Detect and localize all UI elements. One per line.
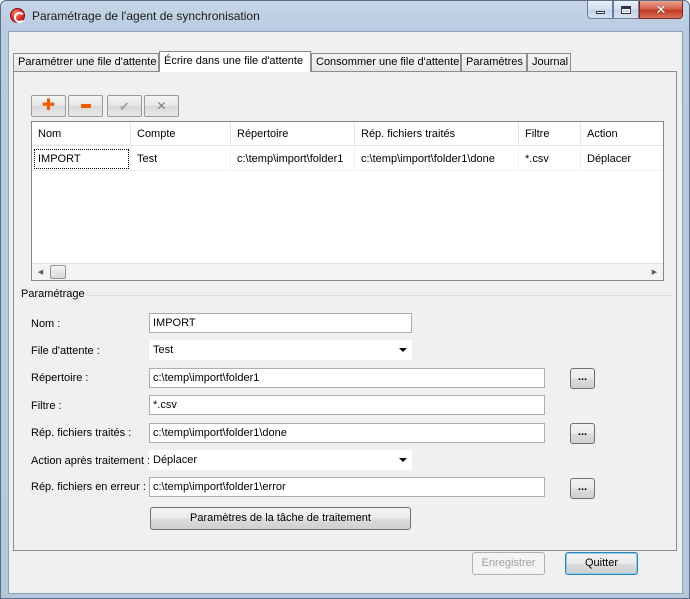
rep-traites-browse-button[interactable]: ...	[570, 423, 595, 444]
minimize-icon	[595, 10, 605, 14]
rep-erreur-input[interactable]: c:\temp\import\folder1\error	[149, 477, 545, 497]
repertoire-browse-button[interactable]: ...	[570, 368, 595, 389]
check-icon: ✔	[119, 98, 130, 114]
scroll-right-icon[interactable]: ▶	[646, 264, 663, 280]
window-controls: ✕	[587, 1, 683, 20]
file-attente-value: Test	[153, 344, 174, 356]
file-attente-select[interactable]: Test	[149, 340, 412, 360]
rep-traites-input[interactable]: c:\temp\import\folder1\done	[149, 423, 545, 443]
filtre-input[interactable]: *.csv	[149, 395, 545, 415]
cell-rep-traites[interactable]: c:\temp\import\folder1\done	[355, 147, 519, 171]
group-divider	[82, 295, 672, 296]
plus-icon: ✚	[41, 97, 56, 114]
cancel-button[interactable]: ✕	[144, 95, 179, 117]
column-header-rep-traites[interactable]: Rép. fichiers traités	[355, 122, 519, 146]
app-window: Paramétrage de l'agent de synchronisatio…	[0, 0, 690, 599]
remove-button[interactable]	[68, 95, 103, 117]
minus-icon	[80, 104, 91, 108]
tab-journal[interactable]: Journal	[527, 53, 571, 71]
file-attente-label: File d'attente :	[31, 345, 100, 357]
cell-action[interactable]: Déplacer	[581, 147, 663, 171]
chevron-down-icon	[399, 458, 407, 462]
nom-label: Nom :	[31, 318, 61, 330]
nom-input[interactable]: IMPORT	[149, 313, 412, 333]
tab-parametres[interactable]: Paramètres	[461, 53, 527, 71]
scroll-thumb[interactable]	[50, 265, 66, 279]
group-label-parametrage: Paramétrage	[19, 288, 87, 300]
save-button[interactable]: Enregistrer	[472, 552, 545, 575]
app-logo-icon	[10, 8, 25, 23]
minimize-button[interactable]	[587, 1, 613, 19]
client-area: Paramétrer une file d'attente Écrire dan…	[8, 31, 683, 594]
queue-table[interactable]: Nom Compte Répertoire Rép. fichiers trai…	[31, 121, 664, 281]
action-select[interactable]: Déplacer	[149, 450, 412, 470]
maximize-icon	[621, 5, 631, 14]
title-bar[interactable]: Paramétrage de l'agent de synchronisatio…	[1, 1, 689, 31]
add-button[interactable]: ✚	[31, 95, 66, 117]
quit-button[interactable]: Quitter	[565, 552, 638, 575]
cell-repertoire[interactable]: c:\temp\import\folder1	[231, 147, 355, 171]
repertoire-input[interactable]: c:\temp\import\folder1	[149, 368, 545, 388]
column-header-compte[interactable]: Compte	[131, 122, 231, 146]
table-row[interactable]: IMPORT Test c:\temp\import\folder1 c:\te…	[32, 147, 663, 171]
close-button[interactable]: ✕	[639, 1, 683, 19]
cell-nom[interactable]: IMPORT	[32, 147, 131, 171]
repertoire-label: Répertoire :	[31, 372, 89, 384]
cell-compte[interactable]: Test	[131, 147, 231, 171]
tab-ecrire-file[interactable]: Écrire dans une file d'attente	[159, 51, 311, 72]
task-settings-button[interactable]: Paramètres de la tâche de traitement	[150, 507, 411, 530]
column-header-nom[interactable]: Nom	[32, 122, 131, 146]
column-header-filtre[interactable]: Filtre	[519, 122, 581, 146]
action-value: Déplacer	[153, 454, 198, 466]
tab-parametrer-file[interactable]: Paramétrer une file d'attente	[13, 53, 159, 71]
column-header-action[interactable]: Action	[581, 122, 663, 146]
column-header-repertoire[interactable]: Répertoire	[231, 122, 355, 146]
cross-icon: ✕	[156, 99, 167, 113]
cell-filtre[interactable]: *.csv	[519, 147, 581, 171]
filtre-label: Filtre :	[31, 400, 62, 412]
validate-button[interactable]: ✔	[107, 95, 142, 117]
tab-consommer-file[interactable]: Consommer une file d'attente	[311, 53, 461, 71]
rep-erreur-label: Rép. fichiers en erreur :	[31, 481, 146, 493]
close-icon: ✕	[655, 2, 667, 17]
rep-traites-label: Rép. fichiers traités :	[31, 427, 132, 439]
window-title: Paramétrage de l'agent de synchronisatio…	[32, 9, 260, 23]
scroll-left-icon[interactable]: ◀	[32, 264, 49, 280]
rep-erreur-browse-button[interactable]: ...	[570, 478, 595, 499]
horizontal-scrollbar[interactable]: ◀ ▶	[32, 263, 663, 280]
table-header: Nom Compte Répertoire Rép. fichiers trai…	[32, 122, 663, 146]
action-label: Action après traitement :	[31, 455, 151, 467]
chevron-down-icon	[399, 348, 407, 352]
maximize-button[interactable]	[613, 1, 639, 19]
